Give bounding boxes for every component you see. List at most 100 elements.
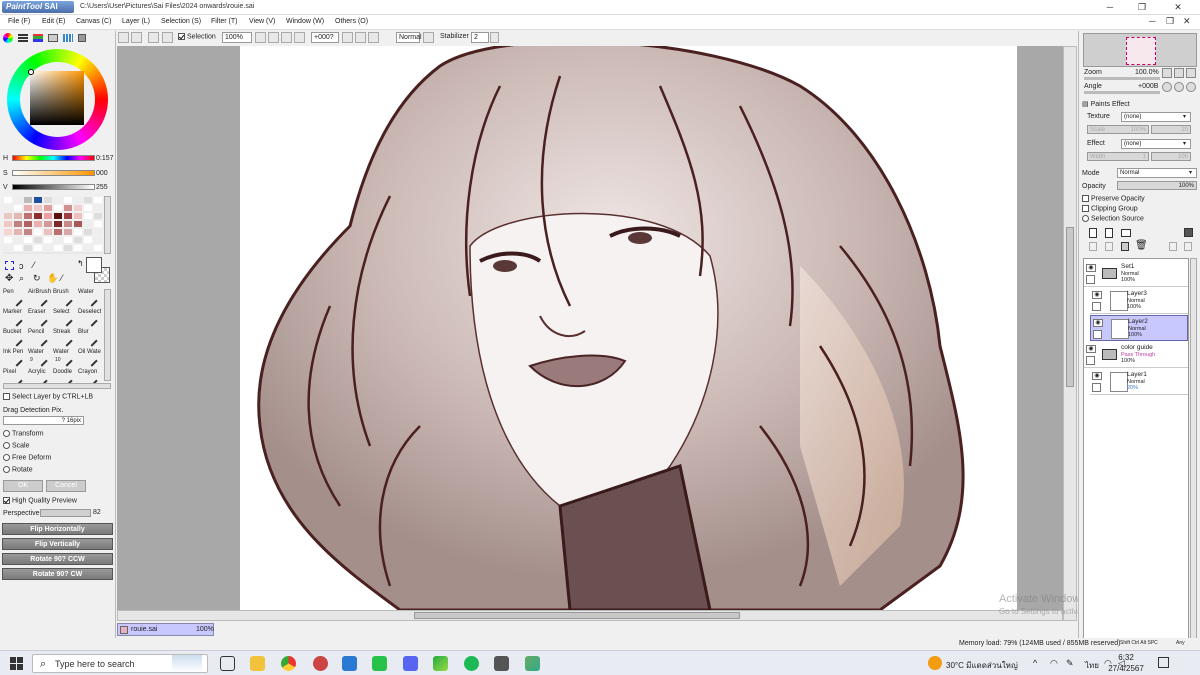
color-swatch[interactable] <box>63 244 73 252</box>
color-swatch[interactable] <box>63 236 73 244</box>
color-swatch[interactable] <box>63 204 73 212</box>
color-swatch[interactable] <box>53 244 63 252</box>
weather-icon[interactable] <box>928 656 942 670</box>
close-icon[interactable]: ✕ <box>1164 0 1192 15</box>
rotate-tool-icon[interactable]: ↻ <box>33 273 41 284</box>
color-swatch[interactable] <box>3 196 13 204</box>
nav-zoom-out-icon[interactable] <box>1162 68 1172 78</box>
notification-icon[interactable] <box>1158 657 1169 668</box>
selection-checkbox[interactable] <box>178 33 185 40</box>
layer-row[interactable]: ◉ Layer3 Normal 100% <box>1090 288 1188 314</box>
color-swatch[interactable] <box>3 220 13 228</box>
color-swatch[interactable] <box>43 244 53 252</box>
new-linework-layer-icon[interactable] <box>1105 228 1113 238</box>
color-swatch[interactable] <box>63 228 73 236</box>
color-swatch[interactable] <box>13 236 23 244</box>
menu-layer[interactable]: Layer (L) <box>122 18 150 25</box>
saturation-slider[interactable] <box>12 170 95 176</box>
invert-selection-icon[interactable] <box>162 32 173 43</box>
tool-water[interactable]: Water 9 <box>28 349 53 367</box>
navigator-preview[interactable] <box>1083 33 1197 67</box>
zoom-tool-icon[interactable]: ⌕ <box>19 273 24 284</box>
mail-icon[interactable] <box>342 656 357 671</box>
menu-others[interactable]: Others (O) <box>335 18 368 25</box>
color-swatch[interactable] <box>63 212 73 220</box>
selection-toggle[interactable]: Selection <box>178 33 216 40</box>
hsv-sliders-tab-icon[interactable] <box>33 34 43 42</box>
select-layer-option[interactable]: Select Layer by CTRL+LB <box>3 393 93 400</box>
swatches-tab-icon[interactable] <box>63 34 73 42</box>
angle-field[interactable]: +000? <box>311 32 339 43</box>
scratchpad-tab-icon[interactable] <box>78 34 86 42</box>
preserve-opacity-option[interactable]: Preserve Opacity <box>1082 195 1145 202</box>
nav-rotate-cw-icon[interactable] <box>1174 82 1184 92</box>
chrome-icon[interactable] <box>281 656 296 671</box>
tool-select[interactable]: Select <box>53 309 78 327</box>
color-swatch[interactable] <box>3 236 13 244</box>
magic-wand-icon[interactable]: ⁄ <box>33 260 35 270</box>
color-swatch[interactable] <box>83 228 93 236</box>
color-swatch[interactable] <box>63 196 73 204</box>
rotate-cw-button[interactable]: Rotate 90? CW <box>2 568 113 580</box>
tool-oil-wate[interactable]: Oil Wate <box>78 349 103 367</box>
foreground-color[interactable] <box>86 257 102 273</box>
scale-radio[interactable] <box>3 442 10 449</box>
color-swatch[interactable] <box>33 196 43 204</box>
merge-down-icon[interactable] <box>1105 242 1113 251</box>
color-swatch[interactable] <box>43 212 53 220</box>
color-swatch[interactable] <box>33 204 43 212</box>
color-swatch[interactable] <box>3 228 13 236</box>
color-swatch[interactable] <box>23 236 33 244</box>
color-swatch[interactable] <box>83 244 93 252</box>
new-folder-icon[interactable] <box>1121 229 1131 237</box>
selection-source-radio[interactable] <box>1082 215 1089 222</box>
color-swatch[interactable] <box>73 228 83 236</box>
color-swatch[interactable] <box>53 204 63 212</box>
nav-zoom-fit-icon[interactable] <box>1186 68 1196 78</box>
apply-mask-icon[interactable] <box>1169 242 1177 251</box>
color-swatch[interactable] <box>3 244 13 252</box>
visibility-eye-icon[interactable]: ◉ <box>1093 319 1103 327</box>
color-swatch[interactable] <box>33 220 43 228</box>
weather-text[interactable]: 30°C มีแดดส่วนใหญ่ <box>946 659 1018 672</box>
color-swatch[interactable] <box>23 212 33 220</box>
mdi-minimize-icon[interactable]: ─ <box>1149 16 1155 26</box>
color-swatch[interactable] <box>83 196 93 204</box>
color-swatch[interactable] <box>33 244 43 252</box>
layer-lock-toggle[interactable] <box>1092 302 1101 311</box>
flip-vertically-button[interactable]: Flip Vertically <box>2 538 113 550</box>
vscroll-thumb[interactable] <box>1066 227 1074 387</box>
clock-date[interactable]: 27/4/2567 <box>1104 664 1148 673</box>
transfer-down-icon[interactable] <box>1089 242 1097 251</box>
layer-panel-menu-icon[interactable] <box>1184 228 1193 237</box>
paints-effect-header[interactable]: ▤ Paints Effect <box>1082 100 1130 108</box>
ok-button[interactable]: OK <box>3 480 43 492</box>
cancel-button[interactable]: Cancel <box>46 480 86 492</box>
texture-dropdown[interactable]: (none) <box>1121 112 1191 122</box>
navigator-viewport[interactable] <box>1126 37 1156 65</box>
color-swatch[interactable] <box>43 220 53 228</box>
visibility-eye-icon[interactable]: ◉ <box>1086 345 1096 353</box>
texture-scale-bar[interactable]: Scale 100% <box>1087 125 1149 134</box>
blend-mode-dropdown[interactable]: Normal <box>1117 168 1197 178</box>
color-swatch[interactable] <box>13 204 23 212</box>
color-swatch[interactable] <box>23 196 33 204</box>
nav-rotate-reset-icon[interactable] <box>1186 82 1196 92</box>
layer-row[interactable]: ◉ Layer1 Normal 20% <box>1090 369 1188 395</box>
layer-lock-toggle[interactable] <box>1086 275 1095 284</box>
stabilizer-field[interactable]: 2 <box>471 32 489 43</box>
angle-slider[interactable] <box>1084 91 1160 94</box>
spotify-icon[interactable] <box>464 656 479 671</box>
tool-pencil[interactable]: Pencil <box>28 329 53 347</box>
menu-file[interactable]: File (F) <box>8 18 30 25</box>
discord-icon[interactable] <box>403 656 418 671</box>
menu-edit[interactable]: Edit (E) <box>42 18 65 25</box>
restore-icon[interactable]: ❐ <box>1128 0 1156 15</box>
tools-hscrollbar[interactable] <box>3 383 111 389</box>
layer-lock-toggle[interactable] <box>1086 356 1095 365</box>
visibility-eye-icon[interactable]: ◉ <box>1092 372 1102 380</box>
color-swatch[interactable] <box>23 220 33 228</box>
zoom-reset-icon[interactable] <box>281 32 292 43</box>
color-swatch[interactable] <box>73 236 83 244</box>
color-swatch[interactable] <box>83 212 93 220</box>
